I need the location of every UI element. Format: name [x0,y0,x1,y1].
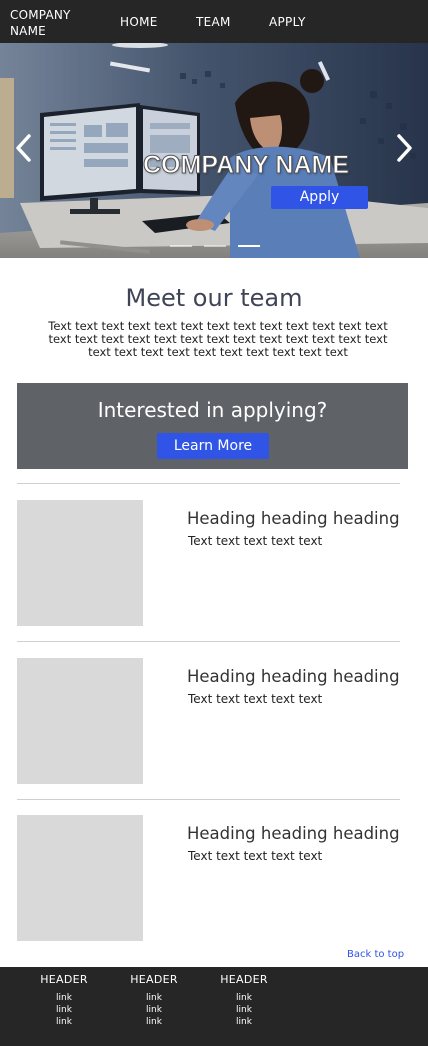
footer-header: HEADER [220,973,268,986]
footer-link[interactable]: link [29,1016,99,1028]
divider [17,641,400,642]
brand-name[interactable]: COMPANY NAME [10,7,90,39]
section-title: Meet our team [125,284,303,312]
footer-link[interactable]: link [29,992,99,1004]
hero-apply-button[interactable]: Apply [271,186,368,209]
team-member-text: Text text text text text [188,849,323,863]
hero-carousel: COMPANY NAME Apply [0,43,428,258]
chevron-right-icon[interactable] [394,131,416,165]
footer-link[interactable]: link [209,992,279,1004]
apply-banner: Interested in applying? Learn More [17,383,408,469]
divider [17,483,400,484]
carousel-indicators [170,245,260,247]
footer: HEADER link link link HEADER link link l… [0,967,428,1046]
carousel-indicator-3-active[interactable] [238,245,260,247]
chevron-left-icon[interactable] [12,131,34,165]
team-member-image [17,815,143,941]
footer-link[interactable]: link [119,992,189,1004]
team-member-heading: Heading heading heading [187,824,400,843]
footer-header: HEADER [130,973,178,986]
team-member-image [17,658,143,784]
nav-link-apply[interactable]: APPLY [269,15,306,29]
team-member-heading: Heading heading heading [187,667,400,686]
top-nav: COMPANY NAME HOME TEAM APPLY [0,0,428,43]
team-member-image [17,500,143,626]
team-member-text: Text text text text text [188,692,323,706]
team-member-heading: Heading heading heading [187,509,400,528]
footer-header: HEADER [40,973,88,986]
team-member-text: Text text text text text [188,534,323,548]
section-description: Text text text text text text text text … [48,319,388,359]
learn-more-button[interactable]: Learn More [157,433,269,459]
hero-title: COMPANY NAME [143,151,350,180]
back-to-top-link[interactable]: Back to top [347,949,404,960]
footer-link[interactable]: link [209,1004,279,1016]
footer-link[interactable]: link [119,1004,189,1016]
nav-link-home[interactable]: HOME [120,15,158,29]
carousel-indicator-1[interactable] [170,245,192,247]
footer-column: HEADER link link link [29,973,99,1028]
footer-link[interactable]: link [29,1004,99,1016]
footer-link[interactable]: link [209,1016,279,1028]
banner-title: Interested in applying? [97,398,328,422]
nav-link-team[interactable]: TEAM [196,15,231,29]
divider [17,799,400,800]
footer-column: HEADER link link link [119,973,189,1028]
carousel-indicator-2[interactable] [204,245,226,247]
footer-column: HEADER link link link [209,973,279,1028]
footer-link[interactable]: link [119,1016,189,1028]
